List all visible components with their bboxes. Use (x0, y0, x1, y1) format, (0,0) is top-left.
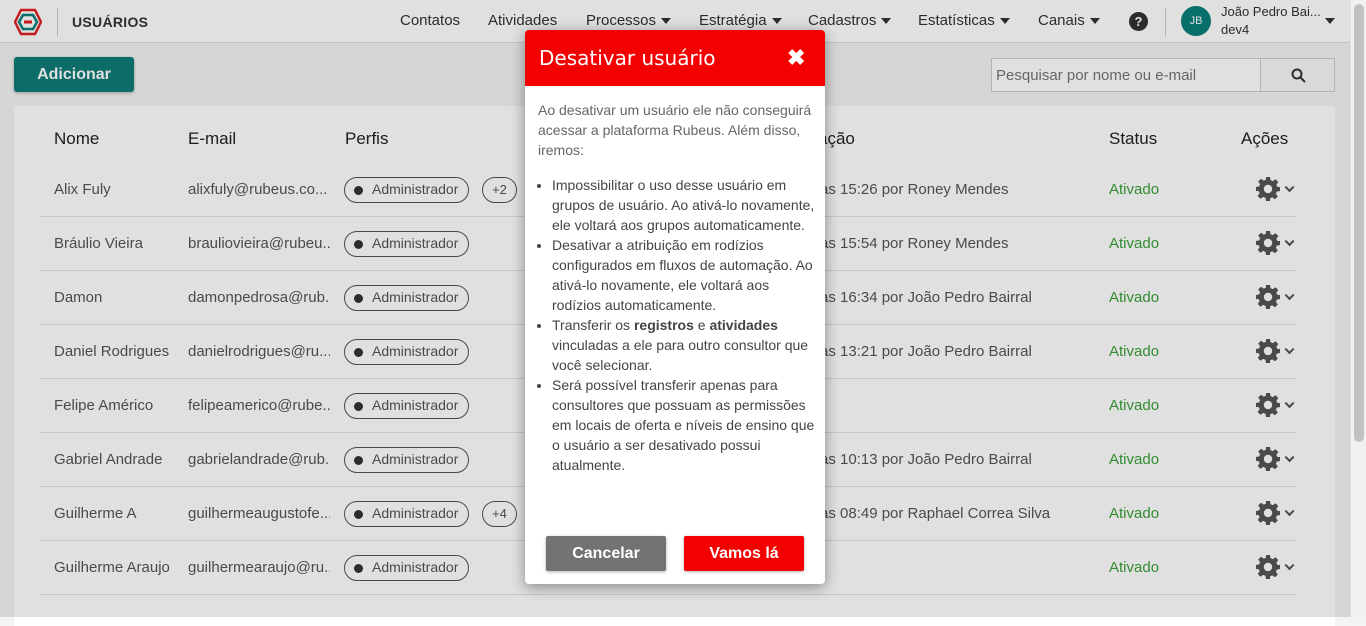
list-item: Transferir os registros e atividades vin… (552, 315, 817, 375)
modal-title: Desativar usuário (539, 46, 716, 70)
list-item: Desativar a atribuição em rodízios confi… (552, 235, 817, 315)
list-item: Será possível transferir apenas para con… (552, 375, 817, 475)
list-item: Impossibilitar o uso desse usuário em gr… (552, 175, 817, 235)
scrollbar[interactable] (1350, 0, 1366, 617)
confirm-button[interactable]: Vamos lá (684, 536, 804, 571)
modal-header: Desativar usuário ✖ (525, 30, 825, 86)
cancel-button[interactable]: Cancelar (546, 536, 666, 571)
close-icon[interactable]: ✖ (787, 45, 805, 71)
page: USUÁRIOS Contatos Atividades Processos E… (0, 0, 1366, 626)
modal-consequences-list: Impossibilitar o uso desse usuário em gr… (552, 175, 817, 475)
modal-intro: Ao desativar um usuário ele não consegui… (538, 102, 812, 158)
scrollbar-thumb[interactable] (1354, 4, 1364, 442)
deactivate-user-modal: Desativar usuário ✖ Ao desativar um usuá… (525, 30, 825, 584)
